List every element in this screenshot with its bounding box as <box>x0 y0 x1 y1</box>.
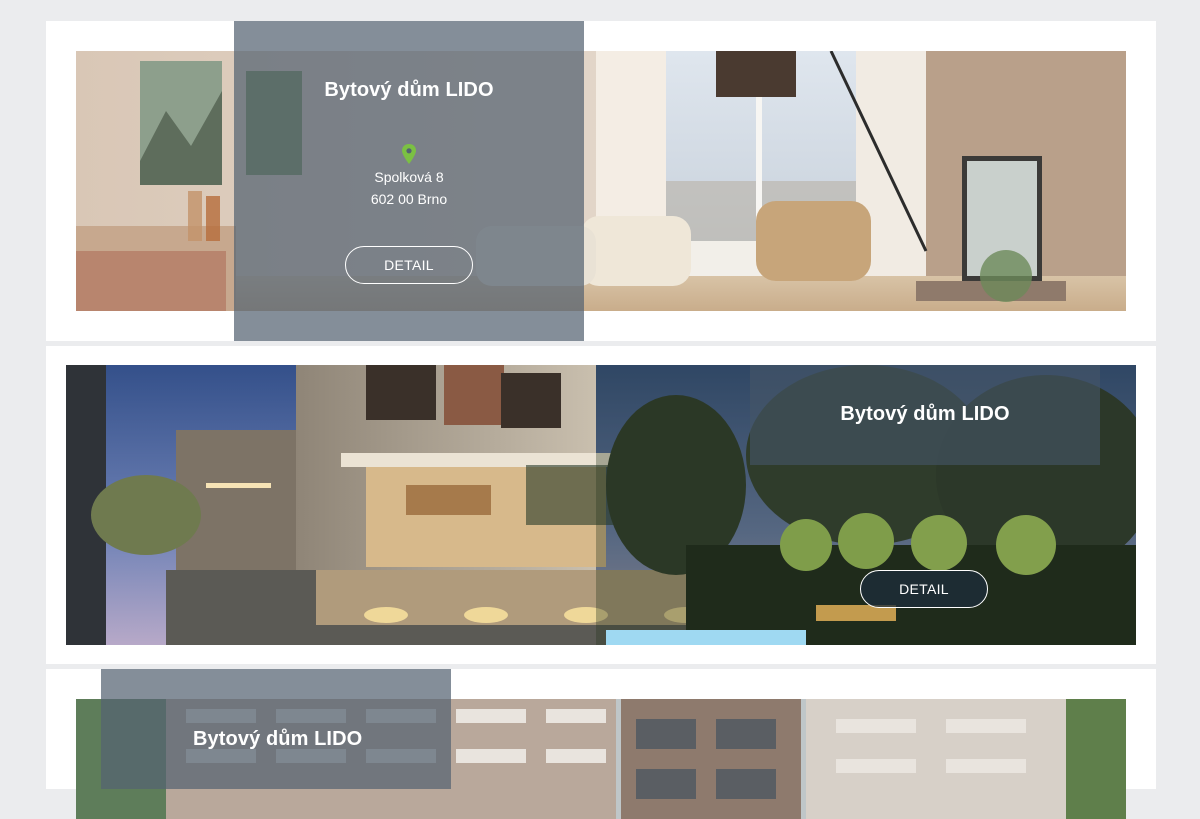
listing-overlay: Bytový dům LIDO <box>101 669 451 789</box>
listing-title: Bytový dům LIDO <box>840 403 1010 425</box>
detail-button[interactable]: DETAIL <box>860 570 988 608</box>
listing-title: Bytový dům LIDO <box>324 79 494 101</box>
listing-card-3: Bytový dům LIDO <box>46 669 1156 819</box>
address-street: Spolková 8 <box>374 169 444 185</box>
listing-overlay: Bytový dům LIDO Spolková 8 602 00 Brno D… <box>234 21 584 341</box>
listing-overlay: Bytový dům LIDO <box>750 365 1100 465</box>
detail-button[interactable]: DETAIL <box>345 246 473 284</box>
listing-title: Bytový dům LIDO <box>193 728 363 750</box>
listing-card-2: Bytový dům LIDO DETAIL <box>46 346 1156 664</box>
address-city: 602 00 Brno <box>370 191 448 207</box>
listing-card-1: Bytový dům LIDO Spolková 8 602 00 Brno D… <box>46 21 1156 341</box>
map-pin-icon <box>402 144 416 164</box>
